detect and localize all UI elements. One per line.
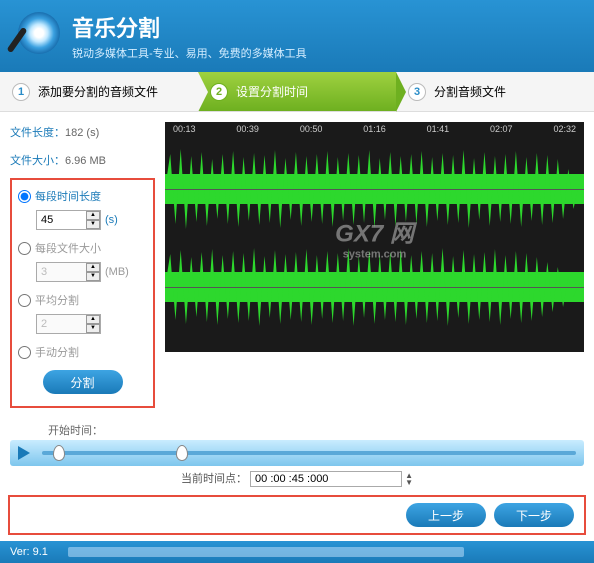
label-average: 平均分割 [35,292,79,308]
step-1-label: 添加要分割的音频文件 [38,83,158,100]
step-2[interactable]: 2 设置分割时间 [198,72,396,111]
file-length: 文件长度：182 (s) [10,122,155,142]
label-by-duration: 每段时间长度 [35,188,101,204]
seek-marker-end[interactable] [176,445,188,461]
current-time-label: 当前时间点： [181,473,247,485]
radio-manual[interactable] [18,346,31,359]
spinner-average[interactable]: ▲▼ [86,315,100,333]
player-controls [10,440,584,466]
options-panel: 文件长度：182 (s) 文件大小：6.96 MB 每段时间长度 ▲▼ (s) … [10,122,155,408]
app-logo [12,12,60,60]
prev-button[interactable]: 上一步 [406,503,486,527]
status-bar: Ver: 9.1 [0,541,594,563]
seek-track[interactable] [42,451,576,455]
radio-by-duration[interactable] [18,190,31,203]
app-subtitle: 锐动多媒体工具-专业、易用、免费的多媒体工具 [72,45,307,61]
label-by-size: 每段文件大小 [35,240,101,256]
step-bar: 1 添加要分割的音频文件 2 设置分割时间 3 分割音频文件 [0,72,594,112]
seek-marker-start[interactable] [53,445,65,461]
app-header: 音乐分割 锐动多媒体工具-专业、易用、免费的多媒体工具 [0,0,594,72]
footer-buttons: 上一步 下一步 [8,495,586,535]
step-3-label: 分割音频文件 [434,83,506,100]
spinner-duration[interactable]: ▲▼ [86,211,100,229]
play-button[interactable] [18,446,30,460]
waveform-channel-left [165,144,584,234]
current-time-input[interactable] [250,471,402,487]
app-title: 音乐分割 [72,11,307,43]
version-label: Ver: 9.1 [10,546,48,558]
radio-by-size[interactable] [18,242,31,255]
step-2-label: 设置分割时间 [236,83,308,100]
split-button[interactable]: 分割 [43,370,123,394]
step-3[interactable]: 3 分割音频文件 [396,72,594,111]
spinner-size[interactable]: ▲▼ [86,263,100,281]
label-manual: 手动分割 [35,344,79,360]
file-size: 文件大小：6.96 MB [10,150,155,170]
step-1[interactable]: 1 添加要分割的音频文件 [0,72,198,111]
waveform-channel-right [165,242,584,332]
waveform-timeline: 00:1300:3900:5001:1601:4102:0702:32 [165,122,584,136]
radio-average[interactable] [18,294,31,307]
start-time-label: 开始时间： [48,422,103,438]
progress-bar [68,547,464,557]
next-button[interactable]: 下一步 [494,503,574,527]
time-spinner[interactable]: ▲▼ [405,472,413,486]
waveform-display[interactable]: 00:1300:3900:5001:1601:4102:0702:32 GX7 … [165,122,584,352]
split-options: 每段时间长度 ▲▼ (s) 每段文件大小 ▲▼ (MB) [10,178,155,408]
